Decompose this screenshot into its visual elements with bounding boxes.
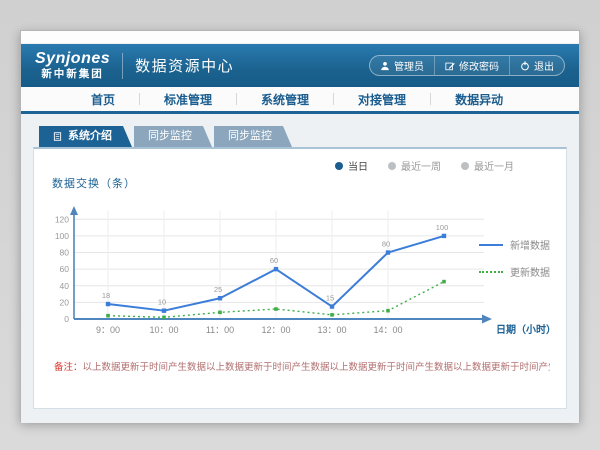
svg-text:100: 100 (55, 231, 69, 241)
svg-text:15: 15 (326, 294, 334, 303)
legend-item-1[interactable]: 更新数据 (479, 264, 550, 279)
tab-bar: 系统介绍 同步监控 同步监控 (39, 126, 567, 147)
legend-label: 新增数据 (510, 237, 550, 252)
range-filter-0[interactable]: 当日 (335, 158, 368, 173)
tab-label: 同步监控 (148, 130, 192, 142)
svg-text:12：00: 12：00 (261, 325, 290, 335)
svg-text:40: 40 (60, 281, 70, 291)
logout-button[interactable]: 退出 (509, 56, 564, 75)
svg-text:0: 0 (64, 314, 69, 324)
content-area: 系统介绍 同步监控 同步监控 当日 最近一周 最近一月 数据交换（条） 0 20 40 60 8… (21, 114, 579, 423)
svg-text:11：00: 11：00 (206, 325, 234, 335)
svg-text:10：00: 10：00 (149, 325, 178, 335)
svg-text:60: 60 (60, 264, 70, 274)
line-chart: 0 20 40 60 80 100 120 9：00 10：00 11：00 12：00 13：00 1… (36, 191, 556, 349)
user-label: 管理员 (394, 58, 424, 73)
main-nav: 首页标准管理系统管理对接管理数据异动 (21, 87, 579, 114)
document-icon (53, 132, 62, 141)
user-menu-button[interactable]: 管理员 (370, 56, 434, 75)
content-panel: 当日 最近一周 最近一月 数据交换（条） 0 20 40 60 80 100 120 9：00 10… (33, 147, 567, 409)
svg-text:日期（小时）: 日期（小时） (496, 323, 556, 336)
legend-item-0[interactable]: 新增数据 (479, 237, 550, 252)
power-icon (520, 61, 530, 71)
svg-text:80: 80 (382, 240, 390, 249)
edit-icon (445, 61, 455, 71)
change-password-label: 修改密码 (459, 58, 499, 73)
chart-legend: 新增数据更新数据 (479, 237, 550, 279)
svg-text:13：00: 13：00 (317, 325, 346, 335)
nav-item-1[interactable]: 标准管理 (140, 91, 236, 108)
change-password-button[interactable]: 修改密码 (434, 56, 509, 75)
y-axis-title: 数据交换（条） (52, 175, 566, 191)
nav-item-4[interactable]: 数据异动 (431, 91, 527, 108)
logo-text: Synjones (35, 51, 110, 67)
tab-label: 同步监控 (228, 130, 272, 142)
logo-subtext: 新中新集团 (41, 69, 104, 80)
svg-text:20: 20 (60, 297, 70, 307)
user-icon (380, 61, 390, 71)
svg-text:100: 100 (436, 223, 449, 232)
svg-text:25: 25 (214, 285, 222, 294)
legend-label: 更新数据 (510, 264, 550, 279)
svg-text:10: 10 (158, 298, 166, 307)
range-filter-1[interactable]: 最近一周 (388, 158, 441, 173)
range-filter-2[interactable]: 最近一月 (461, 158, 514, 173)
radio-dot-icon (461, 162, 469, 170)
svg-text:60: 60 (270, 256, 278, 265)
tab-1[interactable]: 同步监控 (134, 126, 212, 147)
range-filter-group: 当日 最近一周 最近一月 (335, 158, 514, 173)
filter-label: 最近一月 (474, 158, 514, 173)
header-divider (122, 53, 123, 79)
window-top-strip (21, 31, 579, 44)
logout-label: 退出 (534, 58, 554, 73)
tab-label: 系统介绍 (68, 126, 112, 147)
svg-text:14：00: 14：00 (373, 325, 402, 335)
app-header: Synjones 新中新集团 数据资源中心 管理员 修改密码 退出 (21, 44, 579, 87)
legend-line-sample (479, 244, 503, 246)
nav-item-0[interactable]: 首页 (67, 91, 139, 108)
svg-text:120: 120 (55, 214, 69, 224)
filter-label: 最近一周 (401, 158, 441, 173)
tab-0[interactable]: 系统介绍 (39, 126, 132, 147)
footnote-text: 以上数据更新于时间产生数据以上数据更新于时间产生数据以上数据更新于时间产生数据以… (83, 362, 550, 373)
radio-dot-icon (388, 162, 396, 170)
app-window: Synjones 新中新集团 数据资源中心 管理员 修改密码 退出 首页标准管理… (20, 30, 580, 422)
tab-2[interactable]: 同步监控 (214, 126, 292, 147)
svg-text:18: 18 (102, 291, 110, 300)
radio-dot-icon (335, 162, 343, 170)
user-toolbar: 管理员 修改密码 退出 (369, 55, 565, 76)
svg-text:80: 80 (60, 248, 70, 258)
svg-text:9：00: 9：00 (96, 325, 120, 335)
footnote-label: 备注： (54, 362, 83, 373)
footnote: 备注：以上数据更新于时间产生数据以上数据更新于时间产生数据以上数据更新于时间产生… (54, 359, 550, 373)
app-title: 数据资源中心 (135, 55, 234, 76)
nav-item-2[interactable]: 系统管理 (237, 91, 333, 108)
legend-line-sample (479, 271, 503, 273)
brand-logo: Synjones 新中新集团 (35, 51, 110, 80)
filter-label: 当日 (348, 158, 368, 173)
nav-item-3[interactable]: 对接管理 (334, 91, 430, 108)
